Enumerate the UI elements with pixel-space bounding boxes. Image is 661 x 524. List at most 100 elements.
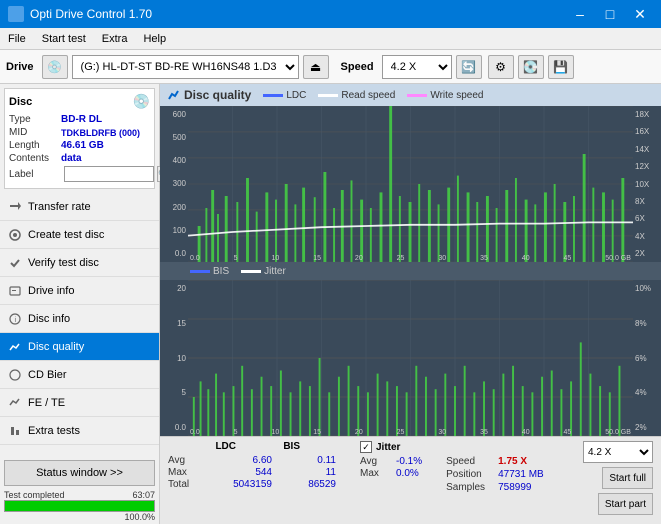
titlebar: Opti Drive Control 1.70 – □ ✕ bbox=[0, 0, 661, 28]
y-label-10: 10 bbox=[162, 354, 186, 363]
eject-btn[interactable]: ⏏ bbox=[303, 55, 329, 79]
legend-read-speed-label: Read speed bbox=[341, 90, 395, 101]
speed-dropdown[interactable]: 4.2 X bbox=[583, 441, 653, 463]
label-input[interactable] bbox=[64, 166, 154, 182]
transfer-rate-icon bbox=[8, 200, 22, 214]
menu-start-test[interactable]: Start test bbox=[34, 28, 94, 49]
position-label: Position bbox=[446, 469, 494, 480]
avg-label: Avg bbox=[168, 455, 200, 466]
close-button[interactable]: ✕ bbox=[627, 4, 653, 24]
nav-disc-quality[interactable]: Disc quality bbox=[0, 333, 159, 361]
bottom-chart-svg-container: 0.0 5 10 15 20 25 30 35 40 45 50.0 GB bbox=[188, 280, 633, 436]
toolbar: Drive 💿 (G:) HL-DT-ST BD-RE WH16NS48 1.D… bbox=[0, 50, 661, 84]
jitter-max: 0.0% bbox=[396, 468, 419, 479]
speed-btn-section: 4.2 X Start full Start part bbox=[583, 441, 653, 520]
y-right-10pct: 10% bbox=[635, 284, 659, 293]
y-label-15: 15 bbox=[162, 319, 186, 328]
start-part-button[interactable]: Start part bbox=[598, 493, 653, 515]
menu-file[interactable]: File bbox=[0, 28, 34, 49]
contents-value: data bbox=[61, 153, 82, 164]
nav-label-extra-tests: Extra tests bbox=[28, 425, 80, 437]
avg-bis: 0.11 bbox=[276, 455, 336, 466]
mid-value: TDKBLDRFB (000) bbox=[61, 128, 140, 138]
settings-btn[interactable]: ⚙ bbox=[488, 55, 514, 79]
drive-label: Drive bbox=[6, 61, 34, 73]
legend-write-speed-label: Write speed bbox=[430, 90, 483, 101]
nav-label-cd-bier: CD Bier bbox=[28, 369, 67, 381]
total-label: Total bbox=[168, 479, 200, 490]
time-elapsed: 63:07 bbox=[132, 490, 155, 500]
ldc-bis-stats: LDC BIS Avg 6.60 0.11 Max 544 11 Total bbox=[168, 441, 336, 520]
disc-panel-icon: 💿 bbox=[133, 93, 150, 110]
disc-panel: Disc 💿 Type BD-R DL MID TDKBLDRFB (000) … bbox=[4, 88, 155, 189]
top-chart-svg-container: 0.0 5 10 15 20 25 30 35 40 45 50.0 GB bbox=[188, 106, 633, 262]
ldc-header: LDC bbox=[168, 441, 236, 452]
refresh-btn[interactable]: 🔄 bbox=[456, 55, 482, 79]
nav-label-disc-quality: Disc quality bbox=[28, 341, 84, 353]
top-chart: 600 500 400 300 200 100 0.0 bbox=[160, 106, 661, 262]
contents-label: Contents bbox=[9, 153, 61, 164]
nav-create-test-disc[interactable]: Create test disc bbox=[0, 221, 159, 249]
extra-tests-icon bbox=[8, 424, 22, 438]
bottom-x-axis: 0.0 5 10 15 20 25 30 35 40 45 50.0 GB bbox=[188, 429, 633, 436]
save-btn[interactable]: 💾 bbox=[548, 55, 574, 79]
y-label-0-bot: 0.0 bbox=[162, 423, 186, 432]
maximize-button[interactable]: □ bbox=[597, 4, 623, 24]
total-bis: 86529 bbox=[276, 479, 336, 490]
top-y-axis-left: 600 500 400 300 200 100 0.0 bbox=[160, 106, 188, 262]
mid-label: MID bbox=[9, 127, 61, 138]
status-text: Test completed bbox=[4, 490, 65, 500]
fe-te-icon bbox=[8, 396, 22, 410]
window-controls: – □ ✕ bbox=[567, 4, 653, 24]
nav-fe-te[interactable]: FE / TE bbox=[0, 389, 159, 417]
progress-area: Test completed 63:07 100.0% bbox=[4, 490, 155, 522]
menubar: File Start test Extra Help bbox=[0, 28, 661, 50]
nav-transfer-rate[interactable]: Transfer rate bbox=[0, 193, 159, 221]
length-value: 46.61 GB bbox=[61, 140, 104, 151]
nav-label-create-test-disc: Create test disc bbox=[28, 229, 104, 241]
legend-write-speed-color bbox=[407, 94, 427, 97]
minimize-button[interactable]: – bbox=[567, 4, 593, 24]
legend-ldc-label: LDC bbox=[286, 90, 306, 101]
y-right-12x: 12X bbox=[635, 162, 659, 171]
nav-label-verify-test-disc: Verify test disc bbox=[28, 257, 99, 269]
samples-label: Samples bbox=[446, 482, 494, 493]
nav-label-disc-info: Disc info bbox=[28, 313, 70, 325]
drive-icon-btn[interactable]: 💿 bbox=[42, 55, 68, 79]
y-label-0-top: 0.0 bbox=[162, 249, 186, 258]
max-bis: 11 bbox=[276, 467, 336, 478]
nav-cd-bier[interactable]: CD Bier bbox=[0, 361, 159, 389]
nav-label-transfer-rate: Transfer rate bbox=[28, 201, 91, 213]
jitter-checkbox[interactable]: ✓ bbox=[360, 441, 372, 453]
svg-text:i: i bbox=[15, 317, 17, 324]
speed-select[interactable]: 4.2 X bbox=[382, 55, 452, 79]
content-area: Disc quality LDC Read speed Write speed … bbox=[160, 84, 661, 524]
nav-verify-test-disc[interactable]: Verify test disc bbox=[0, 249, 159, 277]
max-ldc: 544 bbox=[204, 467, 272, 478]
sidebar: Disc 💿 Type BD-R DL MID TDKBLDRFB (000) … bbox=[0, 84, 160, 524]
drive-select[interactable]: (G:) HL-DT-ST BD-RE WH16NS48 1.D3 bbox=[72, 55, 299, 79]
disc-btn[interactable]: 💽 bbox=[518, 55, 544, 79]
avg-ldc: 6.60 bbox=[204, 455, 272, 466]
menu-extra[interactable]: Extra bbox=[94, 28, 136, 49]
speed-header-blank bbox=[446, 441, 506, 452]
y-label-100: 100 bbox=[162, 226, 186, 235]
length-label: Length bbox=[9, 140, 61, 151]
nav-extra-tests[interactable]: Extra tests bbox=[0, 417, 159, 445]
verify-test-disc-icon bbox=[8, 256, 22, 270]
bis-header: BIS bbox=[240, 441, 300, 452]
type-value: BD-R DL bbox=[61, 114, 102, 125]
bottom-y-axis-right: 10% 8% 6% 4% 2% bbox=[633, 280, 661, 436]
legend-bis-color bbox=[190, 270, 210, 273]
disc-quality-icon bbox=[8, 340, 22, 354]
top-y-axis-right: 18X 16X 14X 12X 10X 8X 6X 4X 2X bbox=[633, 106, 661, 262]
status-window-btn[interactable]: Status window >> bbox=[4, 460, 155, 486]
menu-help[interactable]: Help bbox=[135, 28, 174, 49]
nav-disc-info[interactable]: i Disc info bbox=[0, 305, 159, 333]
main-area: Disc 💿 Type BD-R DL MID TDKBLDRFB (000) … bbox=[0, 84, 661, 524]
disc-panel-title: Disc bbox=[9, 96, 32, 108]
legend-write-speed: Write speed bbox=[407, 90, 483, 101]
start-full-button[interactable]: Start full bbox=[602, 467, 653, 489]
nav-drive-info[interactable]: Drive info bbox=[0, 277, 159, 305]
speed-label: Speed bbox=[341, 61, 374, 73]
